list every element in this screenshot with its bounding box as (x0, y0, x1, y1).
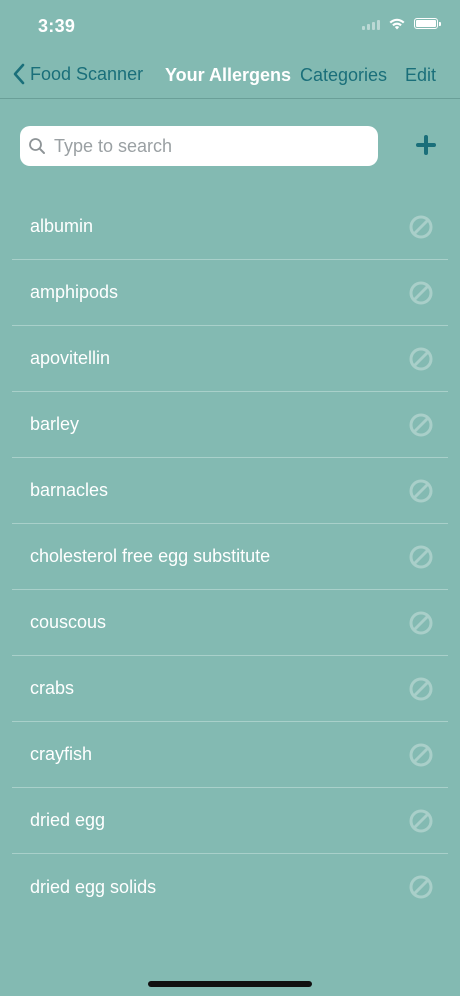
list-item[interactable]: barley (12, 392, 448, 458)
chevron-left-icon (13, 63, 25, 85)
navigation-bar: Food Scanner Your Allergens Categories E… (0, 52, 460, 99)
block-icon[interactable] (408, 412, 434, 438)
list-item[interactable]: cholesterol free egg substitute (12, 524, 448, 590)
list-item[interactable]: amphipods (12, 260, 448, 326)
allergen-list: albumin amphipods apovitellin barley bar… (12, 194, 448, 920)
block-icon[interactable] (408, 610, 434, 636)
block-icon[interactable] (408, 214, 434, 240)
block-icon[interactable] (408, 742, 434, 768)
home-indicator[interactable] (148, 981, 312, 987)
allergen-label: dried egg solids (30, 876, 157, 897)
list-item[interactable]: dried egg (12, 788, 448, 854)
page-title: Your Allergens (165, 65, 292, 85)
back-button-label: Food Scanner (30, 63, 144, 84)
allergen-label: apovitellin (30, 348, 111, 368)
block-icon[interactable] (408, 346, 434, 372)
block-icon[interactable] (408, 280, 434, 306)
block-icon[interactable] (408, 544, 434, 570)
list-item[interactable]: crayfish (12, 722, 448, 788)
search-bar[interactable] (20, 126, 378, 166)
back-button[interactable]: Food Scanner (12, 62, 143, 86)
allergen-label: cholesterol free egg substitute (30, 546, 271, 566)
list-item[interactable]: albumin (12, 194, 448, 260)
wifi-icon (389, 18, 405, 30)
list-item[interactable]: crabs (12, 656, 448, 722)
search-icon (29, 138, 45, 154)
block-icon[interactable] (408, 874, 434, 900)
signal-icon (362, 18, 380, 30)
allergen-label: dried egg (30, 810, 106, 830)
allergen-label: crabs (30, 678, 75, 698)
add-allergen-button[interactable] (412, 131, 440, 159)
status-bar: 3:39 (0, 0, 460, 52)
battery-icon (414, 18, 441, 29)
allergen-label: couscous (30, 612, 107, 632)
block-icon[interactable] (408, 676, 434, 702)
allergen-label: barnacles (30, 480, 109, 500)
allergen-label: crayfish (30, 744, 93, 764)
block-icon[interactable] (408, 478, 434, 504)
block-icon[interactable] (408, 808, 434, 834)
allergen-label: albumin (30, 216, 94, 236)
status-icons (362, 17, 441, 30)
list-item[interactable]: couscous (12, 590, 448, 656)
plus-icon (416, 135, 436, 155)
allergen-label: barley (30, 414, 80, 434)
status-time: 3:39 (38, 16, 76, 36)
allergen-label: amphipods (30, 282, 119, 302)
list-item[interactable]: barnacles (12, 458, 448, 524)
list-item[interactable]: dried egg solids (12, 854, 448, 920)
edit-button[interactable]: Edit (405, 65, 436, 86)
search-input[interactable] (52, 134, 356, 158)
categories-button[interactable]: Categories (300, 65, 387, 86)
list-item[interactable]: apovitellin (12, 326, 448, 392)
